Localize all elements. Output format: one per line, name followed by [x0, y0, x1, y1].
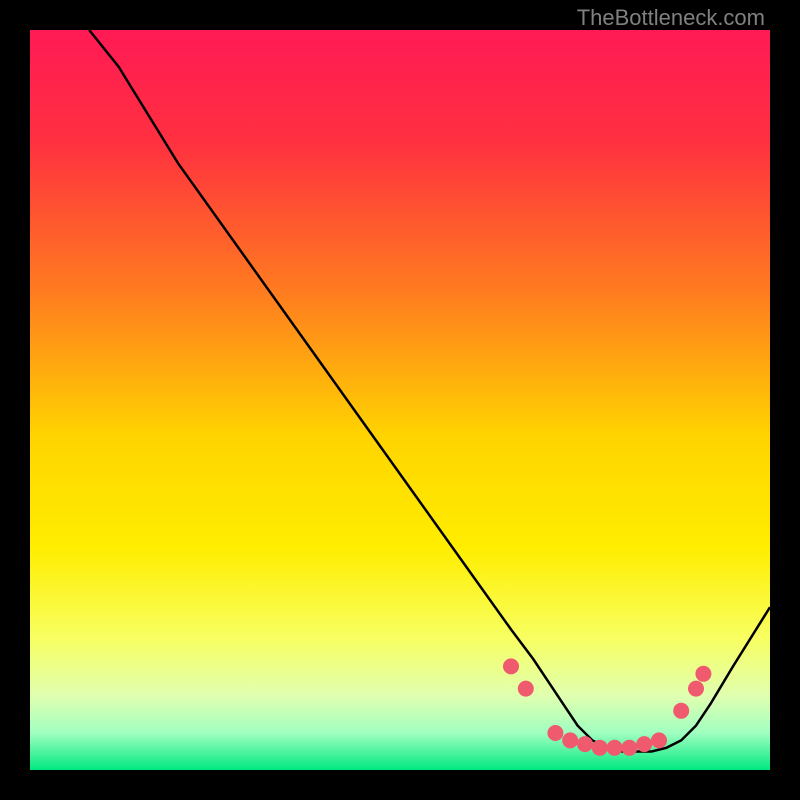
chart-container: TheBottleneck.com — [0, 0, 800, 800]
data-point — [562, 732, 578, 748]
watermark-text: TheBottleneck.com — [577, 5, 765, 31]
data-point — [673, 703, 689, 719]
data-point — [592, 740, 608, 756]
data-point — [503, 658, 519, 674]
data-point — [651, 732, 667, 748]
data-point — [577, 736, 593, 752]
data-point — [547, 725, 563, 741]
data-point — [621, 740, 637, 756]
data-point — [636, 736, 652, 752]
data-point — [518, 681, 534, 697]
chart-area — [30, 30, 770, 770]
gradient-background — [30, 30, 770, 770]
chart-svg — [30, 30, 770, 770]
data-point — [607, 740, 623, 756]
data-point — [688, 681, 704, 697]
data-point — [695, 666, 711, 682]
